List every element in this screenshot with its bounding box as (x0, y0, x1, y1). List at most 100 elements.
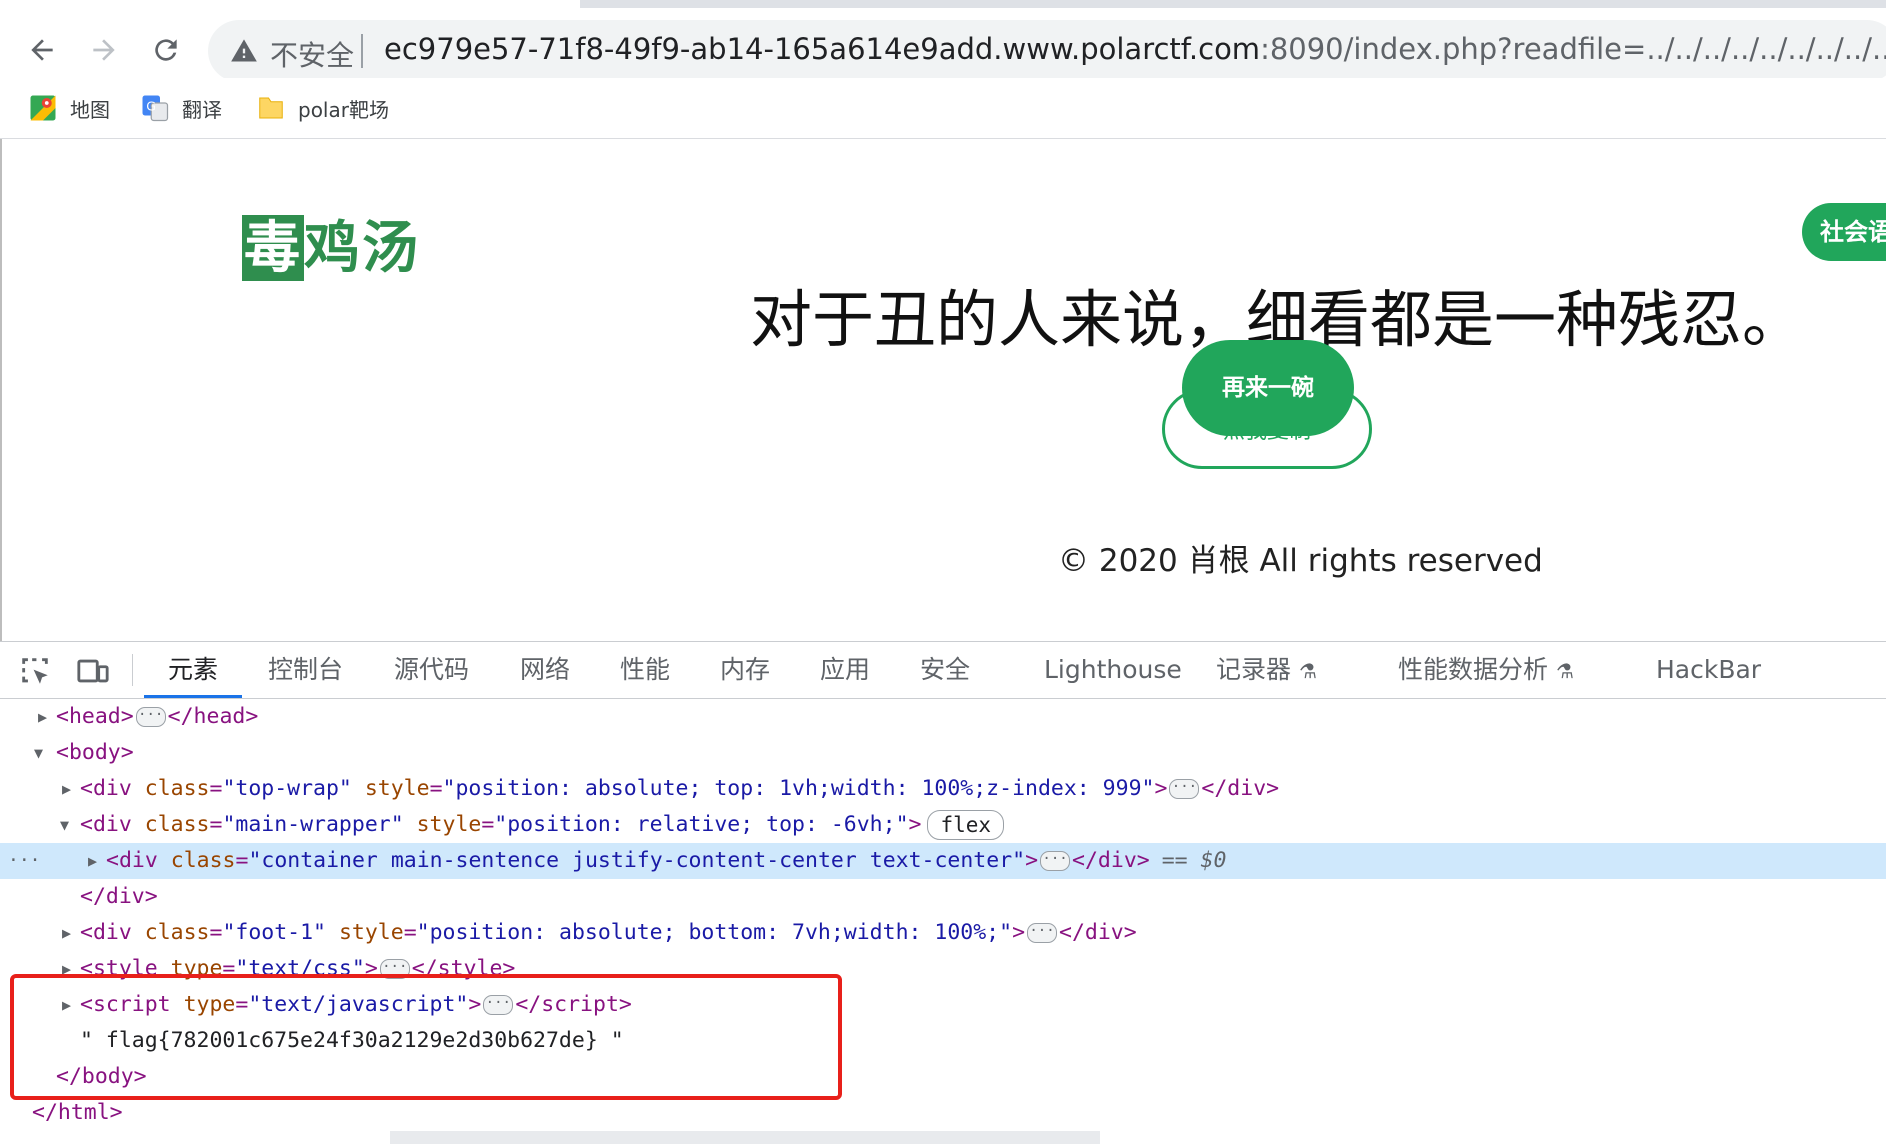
inspect-element-icon[interactable] (18, 654, 52, 688)
another-bowl-button[interactable]: 再来一碗 (1182, 340, 1354, 436)
horizontal-scrollbar[interactable] (390, 1131, 1100, 1144)
bookmark-label: polar靶场 (298, 97, 389, 122)
bookmark-translate[interactable]: G 翻译 (140, 88, 222, 128)
attr-value: "container main-sentence justify-content… (248, 848, 1026, 873)
device-toolbar-icon[interactable] (76, 654, 110, 688)
tree-node-main-wrapper[interactable]: ▼ <div class="main-wrapper" style="posit… (0, 807, 1886, 843)
tab-recorder-label: 记录器 (1216, 655, 1292, 684)
devtools-tabbar: 元素 控制台 源代码 网络 性能 内存 应用 安全 Lighthouse 记录器… (0, 642, 1886, 699)
address-bar[interactable]: 不安全 ec979e57-71f8-49f9-ab14-165a614e9add… (208, 20, 1886, 82)
tab-performance-insights[interactable]: 性能数据分析 ⚗ (1398, 642, 1574, 698)
collapsed-ellipsis-icon[interactable]: ··· (135, 707, 166, 727)
url-path: :8090/index.php?readfile=../../../../../… (1260, 32, 1886, 66)
reload-button[interactable] (142, 26, 190, 74)
selected-node-marker: == $0 (1161, 848, 1227, 873)
tab-console[interactable]: 控制台 (268, 642, 343, 698)
attr-value: "position: absolute; bottom: 7vh;width: … (416, 920, 1013, 945)
collapsed-ellipsis-icon[interactable]: ··· (1027, 923, 1058, 943)
attr-name: class (144, 776, 210, 801)
div-close-tag: </div> (80, 884, 158, 909)
experiment-flask-icon: ⚗ (1556, 659, 1574, 683)
site-logo[interactable]: 毒鸡汤 (242, 203, 420, 284)
forward-button[interactable] (80, 26, 128, 74)
social-quote-button[interactable]: 社会语 (1802, 203, 1886, 261)
collapsed-ellipsis-icon[interactable]: ··· (1169, 779, 1200, 799)
flex-badge[interactable]: flex (927, 810, 1005, 840)
tree-node-close-div[interactable]: </div> (0, 879, 1886, 915)
tag-name: div (92, 812, 132, 837)
head-open-tag: <head> (56, 704, 134, 729)
bookmark-label: 地图 (70, 97, 110, 122)
bookmarks-bar: 地图 G 翻译 polar靶场 (0, 78, 1886, 139)
tag-name: div (92, 776, 132, 801)
expand-triangle-icon[interactable]: ▶ (62, 771, 71, 807)
collapse-triangle-icon[interactable]: ▼ (60, 807, 69, 843)
div-close-tag: </div> (1072, 848, 1150, 873)
copyright-footer: © 2020 肖根 All rights reserved (1058, 543, 1543, 579)
collapse-triangle-icon[interactable]: ▼ (34, 735, 43, 771)
tree-node-top-wrap[interactable]: ▶ <div class="top-wrap" style="position:… (0, 771, 1886, 807)
logo-rest: 鸡汤 (304, 215, 420, 281)
tab-lighthouse[interactable]: Lighthouse (1044, 642, 1182, 698)
maps-icon (30, 95, 56, 121)
highlight-annotation-box (10, 974, 842, 1100)
tree-node-foot[interactable]: ▶ <div class="foot-1" style="position: a… (0, 915, 1886, 951)
expand-triangle-icon[interactable]: ▶ (88, 843, 97, 879)
tab-performance-insights-label: 性能数据分析 (1398, 655, 1549, 684)
tab-performance[interactable]: 性能 (620, 642, 670, 698)
head-close-tag: </head> (167, 704, 259, 729)
attr-name: class (144, 920, 210, 945)
tab-application[interactable]: 应用 (820, 642, 870, 698)
collapsed-ellipsis-icon[interactable]: ··· (1040, 851, 1071, 871)
div-close-tag: </div> (1059, 920, 1137, 945)
warning-icon (231, 39, 257, 62)
arrow-right-icon (93, 39, 115, 61)
attr-name: class (144, 812, 210, 837)
attr-value: "position: absolute; top: 1vh;width: 100… (442, 776, 1155, 801)
tree-node-head[interactable]: ▶ <head> ··· </head> (0, 699, 1886, 735)
attr-name: style (364, 776, 430, 801)
tabbar-divider (132, 654, 133, 686)
expand-triangle-icon[interactable]: ▶ (62, 915, 71, 951)
tab-network[interactable]: 网络 (520, 642, 570, 698)
folder-icon (259, 97, 283, 119)
security-label[interactable]: 不安全 (270, 34, 354, 74)
tab-sources[interactable]: 源代码 (394, 642, 469, 698)
tree-node-close-html[interactable]: </html> (0, 1095, 1886, 1131)
body-open-tag: <body> (56, 740, 134, 765)
back-button[interactable] (18, 26, 66, 74)
url-host: ec979e57-71f8-49f9-ab14-165a614e9add.www… (384, 32, 1261, 66)
attr-value: "position: relative; top: -6vh;" (494, 812, 909, 837)
url-text[interactable]: ec979e57-71f8-49f9-ab14-165a614e9add.www… (384, 32, 1886, 66)
tab-strip (0, 0, 1886, 8)
svg-text:G: G (146, 99, 156, 114)
browser-toolbar: 不安全 ec979e57-71f8-49f9-ab14-165a614e9add… (0, 8, 1886, 82)
tab-elements[interactable]: 元素 (143, 642, 243, 698)
expand-triangle-icon[interactable]: ▶ (38, 699, 47, 735)
tag-name: div (92, 920, 132, 945)
html-close-tag: </html> (32, 1100, 123, 1125)
more-options-icon[interactable]: ··· (8, 843, 41, 879)
active-tab-edge[interactable] (0, 0, 580, 8)
reload-icon (155, 39, 177, 61)
div-close-tag: </div> (1201, 776, 1280, 801)
bookmark-maps[interactable]: 地图 (28, 88, 110, 128)
tab-memory[interactable]: 内存 (720, 642, 770, 698)
bookmark-polar[interactable]: polar靶场 (256, 88, 389, 128)
page-viewport: 毒鸡汤 社会语 对于丑的人来说，细看都是一种残忍。 点我复制 再来一碗 © 20… (0, 139, 1886, 641)
omnibox-separator (361, 34, 363, 68)
tab-security[interactable]: 安全 (920, 642, 970, 698)
attr-name: style (416, 812, 482, 837)
attr-name: style (338, 920, 404, 945)
logo-first-char: 毒 (242, 215, 304, 281)
tag-name: div (118, 848, 158, 873)
tree-node-container-selected[interactable]: ··· ▶ <div class="container main-sentenc… (0, 843, 1886, 879)
translate-icon: G (142, 95, 169, 122)
bookmark-label: 翻译 (182, 97, 222, 122)
tree-node-body[interactable]: ▼ <body> (0, 735, 1886, 771)
tab-recorder[interactable]: 记录器 ⚗ (1216, 642, 1317, 698)
attr-name: class (170, 848, 236, 873)
experiment-flask-icon: ⚗ (1299, 659, 1317, 683)
attr-value: "foot-1" (222, 920, 326, 945)
tab-hackbar[interactable]: HackBar (1656, 642, 1761, 698)
